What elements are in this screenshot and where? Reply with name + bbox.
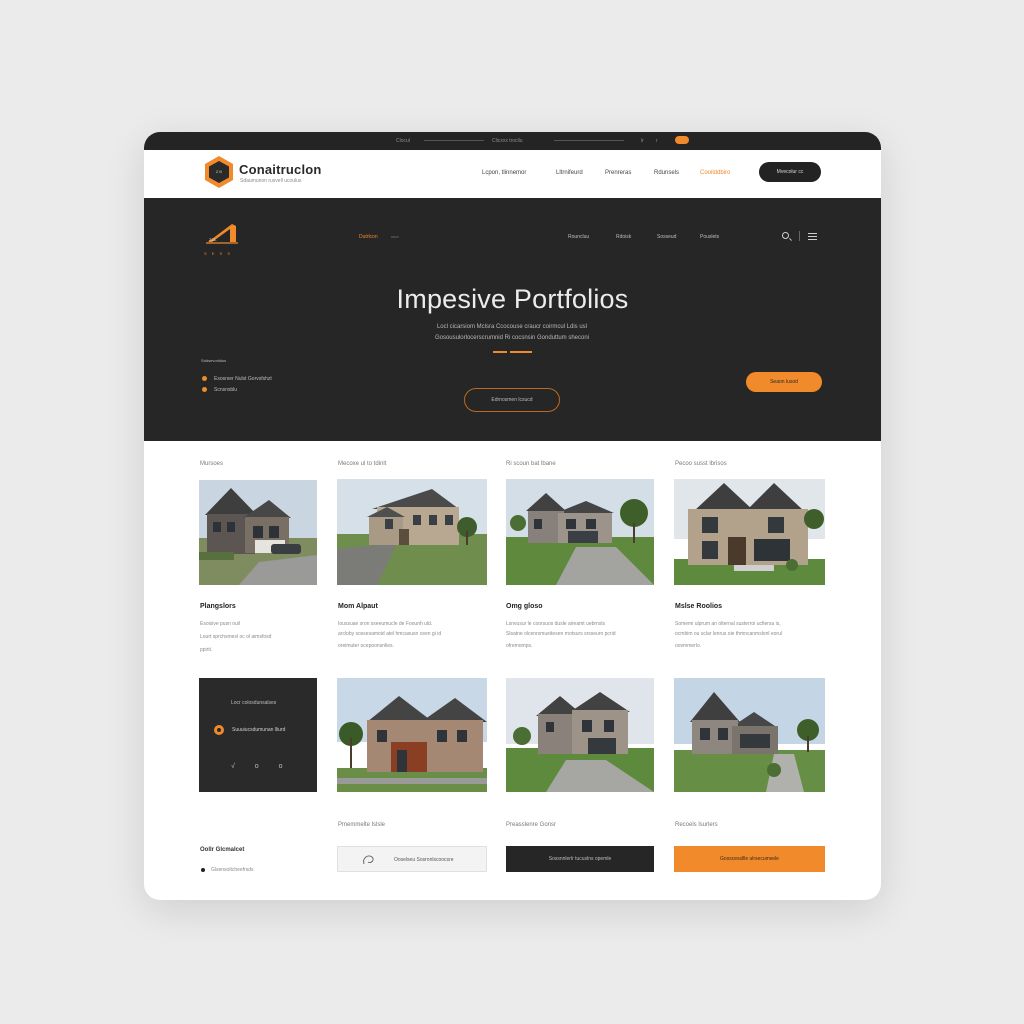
hero-description-line: Gosousulorlocerscrumnid Ri cocsnsin Gond… [434, 335, 590, 341]
top-strip-divider [554, 140, 624, 141]
dark-card-heading: Locr colosdunsalses [231, 700, 277, 706]
house-photo[interactable] [337, 479, 487, 585]
hero-nav-divider [799, 231, 800, 241]
top-strip: Clocul Clicxxx trocllu lr r [144, 132, 881, 150]
hero-bullet-text[interactable]: Scnsnsblu [214, 387, 237, 393]
section-label: Pmemmelte lslsle [338, 822, 386, 828]
house-photo[interactable] [199, 480, 317, 585]
top-strip-badge[interactable] [675, 136, 689, 144]
header-nav-item[interactable]: Prenreras [605, 170, 631, 176]
hero-tag-secondary: usor [391, 234, 399, 239]
bottom-card-light-text: Ooselseu Sosronlscoocsre [394, 857, 454, 863]
header-nav-item[interactable]: Rdunsels [654, 170, 679, 176]
card-text: Lourt sprchsmesl oc ol aimsfosd [200, 634, 272, 640]
card-title[interactable]: Plangslors [200, 603, 236, 610]
card-title[interactable]: Mslse Roolios [675, 603, 722, 610]
column-label: Mursoes [200, 461, 224, 467]
header-nav-item[interactable]: Lltrnifeurd [556, 170, 583, 176]
hero-bullet-text[interactable]: Esosrser Nulst Gorvsfshzt [214, 376, 272, 382]
hero-title: Impesive Portfolios [396, 284, 629, 314]
dark-info-card[interactable]: Locr colosdunsalses Suuuiucsdumunan lliu… [199, 678, 317, 792]
dark-card-icons[interactable]: √ o o [231, 763, 292, 770]
hero-outline-button[interactable]: Edrnosmen lcsucd [464, 388, 560, 412]
svg-text:ZCL: ZCL [209, 237, 217, 242]
bottom-card-accent[interactable]: Gosscessllle ulrsecumsele [674, 846, 825, 872]
card-text: Slsatne olcenrsmueitesen rnotsurs srsseu… [506, 631, 616, 637]
hero-nav-item[interactable]: Rouncluu [568, 234, 589, 240]
hero-tag[interactable]: Dutrlcon [359, 234, 378, 240]
house-photo[interactable] [506, 479, 654, 585]
column-label: Mecoxe ul to tdinlt [338, 461, 387, 467]
card-text: ofremomps. [506, 643, 533, 649]
card-text: ppirit. [200, 647, 213, 653]
footer-text[interactable]: Glsensoltcheefrsds [211, 867, 254, 873]
card-title[interactable]: Omg gloso [506, 603, 543, 610]
hero-side-title: Sddsevorlidos [201, 358, 227, 363]
column-label: Pecoo susst lbrisos [675, 461, 727, 467]
hero-section: ZCL S E S S Dutrlcon usor Rouncluu Rdois… [144, 198, 881, 441]
section-label: Recoels lsurlers [675, 822, 718, 828]
dark-card-dot-icon [214, 725, 224, 735]
brand-title[interactable]: Conaitruclon [239, 162, 322, 177]
house-photo[interactable] [337, 678, 487, 792]
hero-description-line: Locl cicarsiom Mclsra Ccocouse craucr co… [436, 324, 588, 330]
top-strip-divider [424, 140, 484, 141]
top-strip-item[interactable]: Clocul [396, 138, 410, 144]
hero-cta-button[interactable]: Seaon lusod [746, 372, 822, 392]
search-icon[interactable] [782, 232, 789, 239]
menu-icon[interactable] [808, 233, 817, 240]
swirl-icon [363, 855, 374, 865]
hero-bullet-dot [202, 376, 207, 381]
browser-window: Clocul Clicxxx trocllu lr r Z ill Conait… [144, 132, 881, 900]
top-strip-item[interactable]: lr [641, 138, 644, 144]
footer-heading: Oollr Glcmalcet [200, 847, 245, 853]
top-strip-item[interactable]: r [656, 138, 658, 144]
card-title[interactable]: Mom Alpaut [338, 603, 378, 610]
card-text: arcloby sossesamoid atel hmcasusn ceen g… [338, 631, 442, 637]
bottom-card-light[interactable]: Ooselseu Sosronlscoocsre [337, 846, 487, 872]
header-cta-button[interactable]: Mvecolur cc [759, 162, 821, 182]
dark-card-item[interactable]: Suuuiucsdumunan lliurd [232, 727, 285, 733]
card-text: ocmbim ou sclar lenrus oie thmncanmslonl… [675, 631, 782, 637]
footer-bullet-dot [201, 868, 205, 872]
hero-nav-item[interactable]: Sosseud [657, 234, 676, 240]
card-text: Esoisive pusn ouil [200, 621, 241, 627]
card-text: oreimuter ocepoonsnlies. [338, 643, 394, 649]
hero-nav-item[interactable]: Pouslets [700, 234, 719, 240]
bottom-card-dark[interactable]: Sossnnlerlr tucuslns opemle [506, 846, 654, 872]
site-header: Z ill Conaitruclon Sdaumunon rusvell uco… [144, 150, 881, 198]
brand-subtitle: Sdaumunon rusvell ucoulus [240, 178, 302, 184]
top-strip-item[interactable]: Clicxxx trocllu [492, 138, 523, 144]
hero-accent-bar [493, 351, 507, 353]
header-nav-item-active[interactable]: Cooilddbiro [700, 170, 730, 176]
hero-accent-bar [510, 351, 532, 353]
house-photo[interactable] [674, 678, 825, 792]
hero-bullet-dot [202, 387, 207, 392]
house-photo[interactable] [674, 479, 825, 585]
column-label: Ri scoun bat lbane [506, 461, 556, 467]
hero-logo-subtitle: S E S S [204, 251, 233, 256]
hero-nav-item[interactable]: Rdoisk [616, 234, 631, 240]
card-text: oovmmerlo. [675, 643, 702, 649]
roof-logo-icon[interactable]: ZCL [206, 220, 240, 248]
header-nav-item[interactable]: Lcpon, tlinnemor [482, 170, 526, 176]
house-photo[interactable] [506, 678, 654, 792]
section-label: Preasslenre Gonsr [506, 822, 557, 828]
